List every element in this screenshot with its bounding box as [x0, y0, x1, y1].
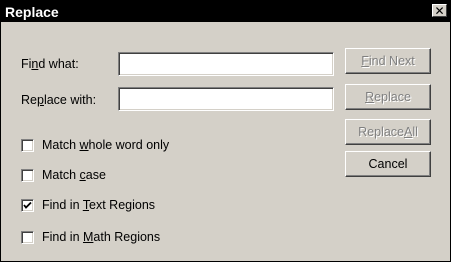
- find-in-math-regions-label: Find in Math Regions: [42, 230, 161, 244]
- match-whole-word-label: Match whole word only: [42, 138, 170, 152]
- replace-with-input[interactable]: [118, 87, 334, 111]
- find-in-text-regions-option[interactable]: Find in Text Regions: [21, 198, 155, 212]
- cancel-button[interactable]: Cancel: [345, 151, 431, 177]
- find-what-input[interactable]: [118, 52, 334, 76]
- replace-with-label: Replace with:: [21, 93, 97, 107]
- find-in-math-regions-option[interactable]: Find in Math Regions: [21, 230, 160, 244]
- replace-dialog: Replace ✕ Find what: Replace with: Find …: [0, 0, 451, 262]
- checkmark-icon: [23, 201, 32, 209]
- match-whole-word-checkbox[interactable]: [21, 138, 34, 152]
- match-whole-word-option[interactable]: Match whole word only: [21, 138, 169, 152]
- find-what-label: Find what:: [21, 57, 79, 71]
- match-case-option[interactable]: Match case: [21, 168, 106, 182]
- find-in-text-regions-label: Find in Text Regions: [42, 198, 156, 212]
- close-button[interactable]: ✕: [432, 4, 447, 17]
- close-icon: ✕: [434, 3, 445, 18]
- replace-button[interactable]: Replace: [345, 84, 431, 110]
- match-case-label: Match case: [42, 168, 106, 182]
- dialog-title: Replace: [5, 3, 59, 20]
- title-bar[interactable]: Replace ✕: [1, 1, 450, 22]
- find-in-math-regions-checkbox[interactable]: [21, 230, 34, 244]
- replace-all-button[interactable]: Replace All: [345, 119, 431, 145]
- match-case-checkbox[interactable]: [21, 168, 34, 182]
- find-in-text-regions-checkbox[interactable]: [21, 198, 34, 212]
- find-next-button[interactable]: Find Next: [345, 48, 431, 74]
